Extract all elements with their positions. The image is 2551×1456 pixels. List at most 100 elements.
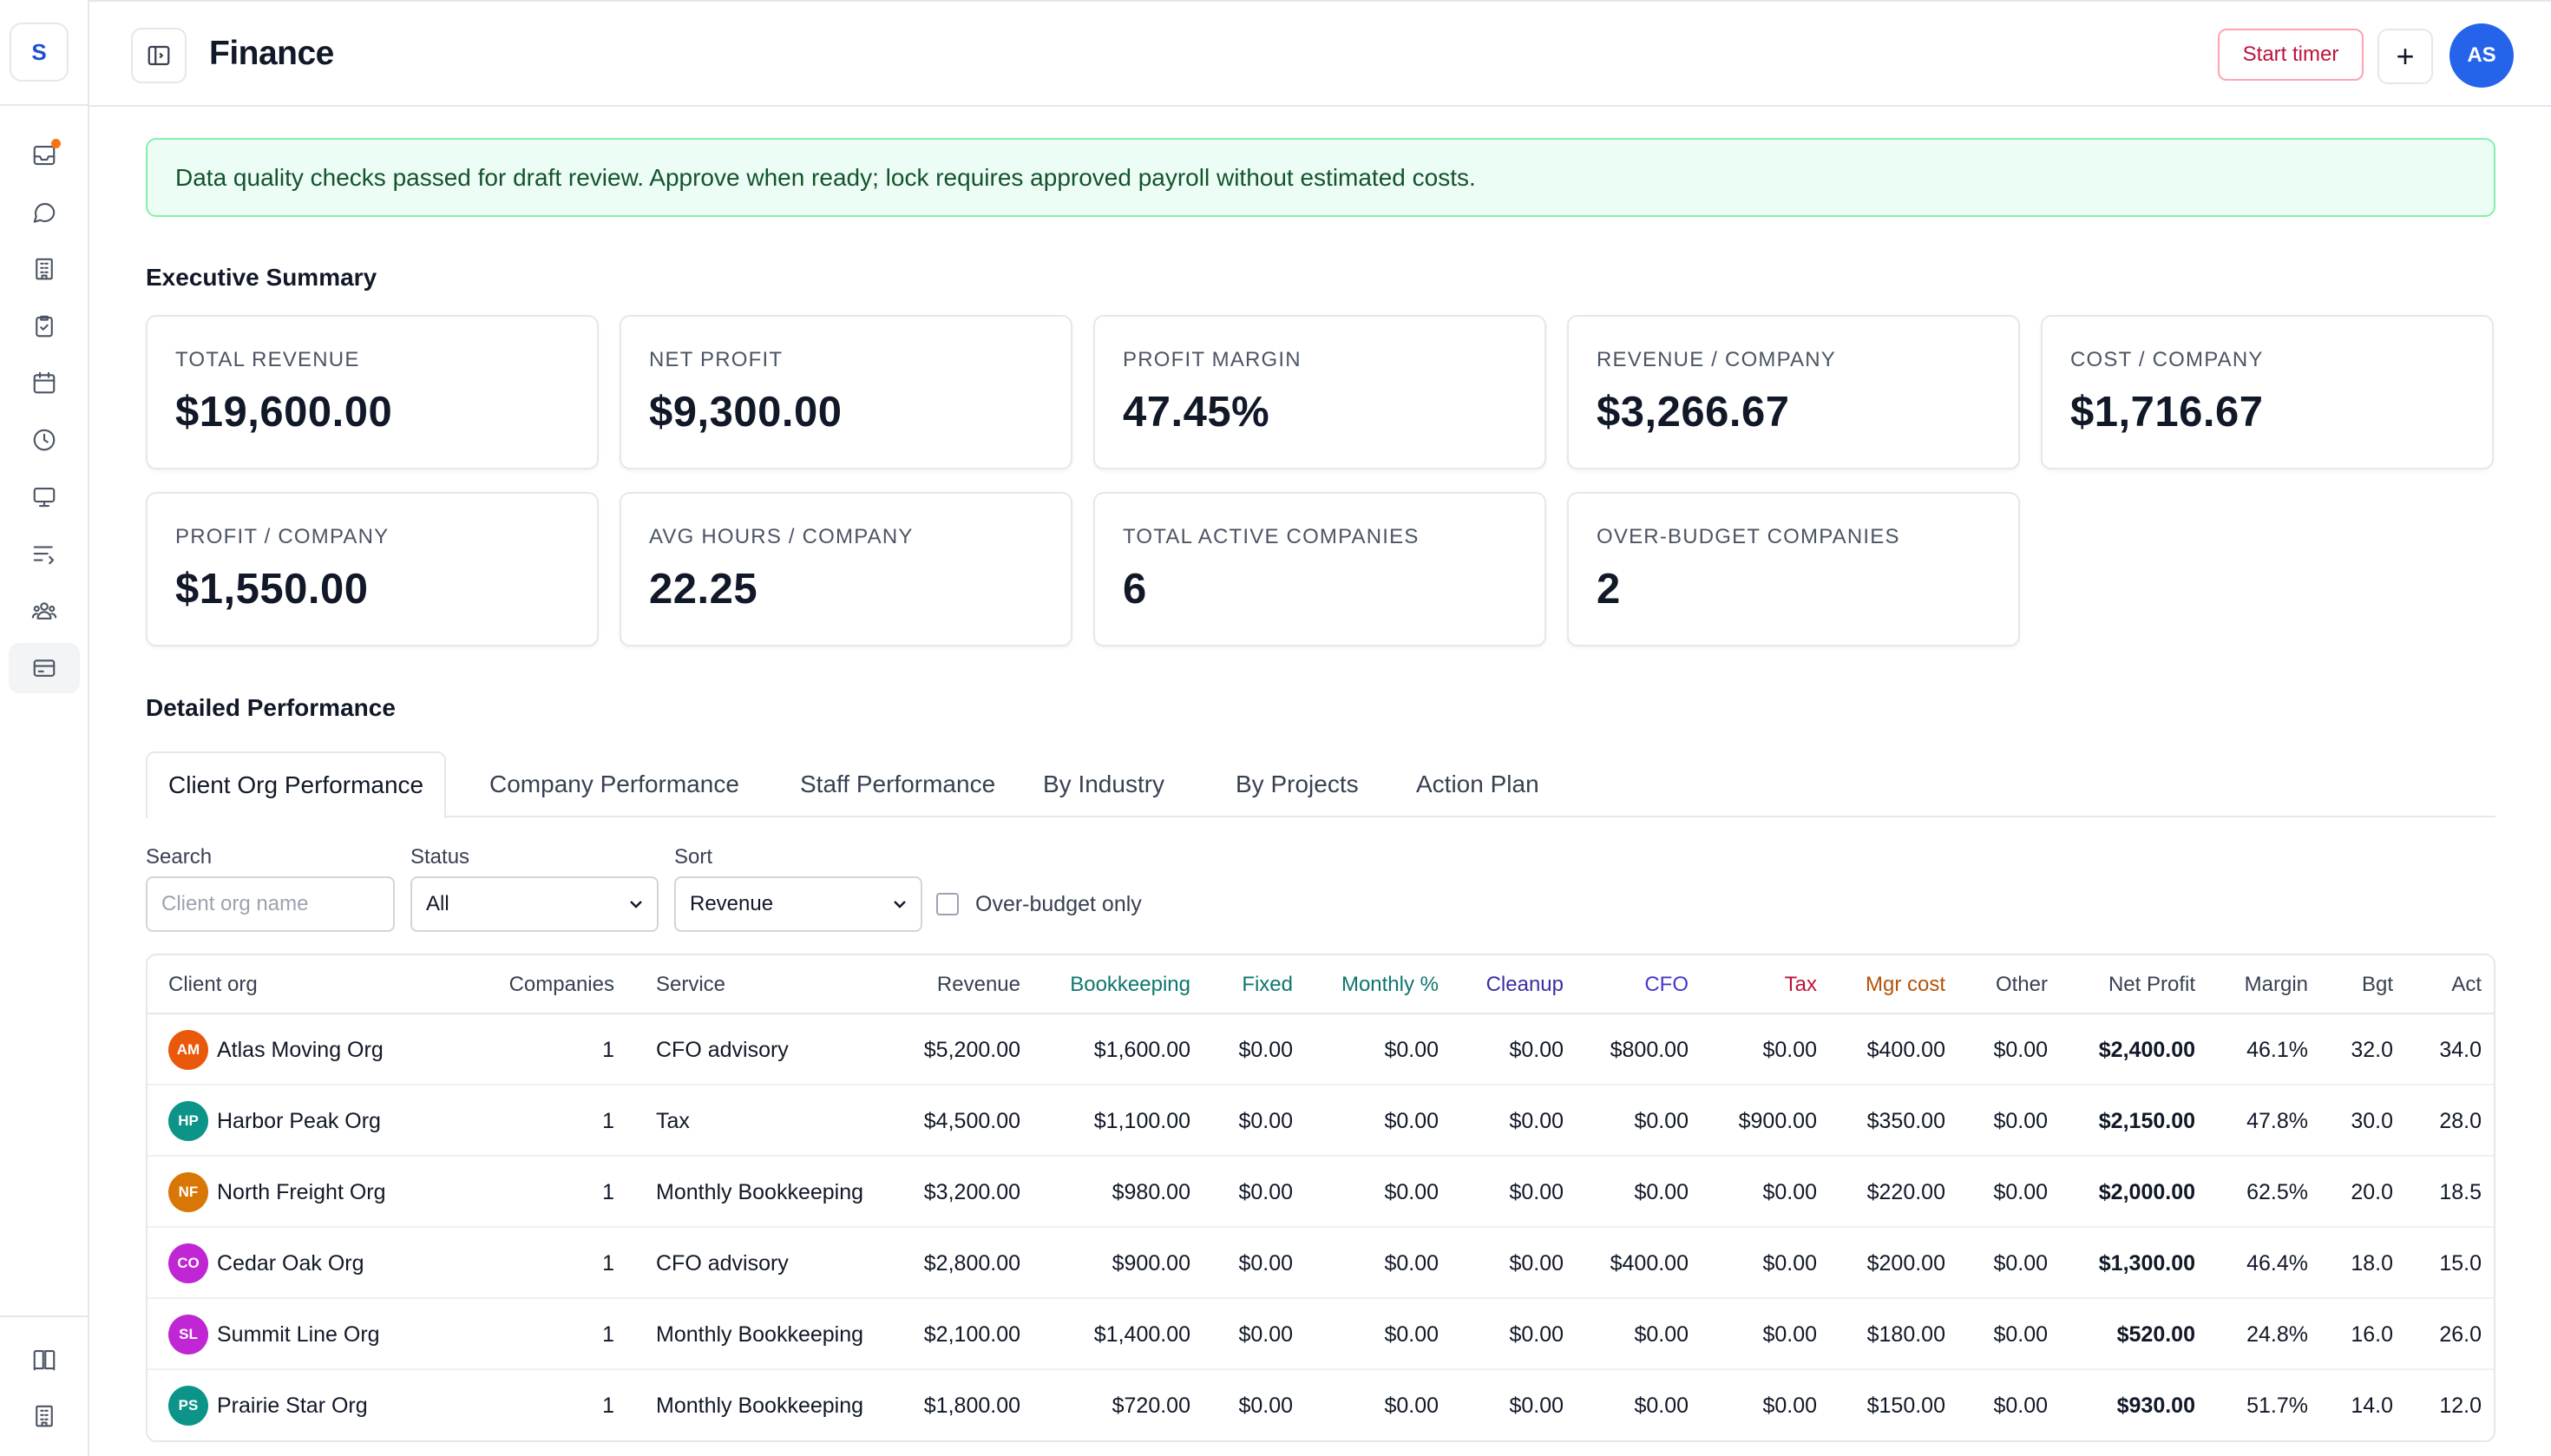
sidebar-toggle-button[interactable] [131,28,187,83]
sidebar-item-time[interactable] [9,415,80,465]
table-row[interactable]: SL Summit Line Org 1 Monthly Bookkeeping $2,… [148,1299,2494,1370]
credit-card-icon [33,659,56,677]
table-row[interactable]: AM Atlas Moving Org 1 CFO advisory $5,200.00… [148,1014,2494,1085]
tab-action-plan[interactable]: Action Plan [1416,751,1539,817]
book-icon [33,1349,56,1371]
tab-client-org-performance[interactable]: Client Org Performance [146,751,447,819]
tab-company-performance[interactable]: Company Performance [489,751,739,817]
sidebar-item-screens[interactable] [9,472,80,522]
search-label: Search [146,845,213,869]
cell-act: 15.0 [2439,1250,2482,1276]
cell-companies: 1 [602,1108,614,1133]
cell-companies: 1 [602,1322,614,1347]
card-value: 22.25 [649,566,758,613]
tab-staff-performance[interactable]: Staff Performance [800,751,995,817]
brand-logo[interactable]: S [10,23,69,82]
summary-card: PROFIT / COMPANY $1,550.00 [146,492,599,646]
org-avatar: AM [168,1030,208,1070]
user-avatar[interactable]: AS [2449,23,2514,88]
sidebar-item-inbox[interactable] [9,130,80,180]
sidebar-item-team[interactable] [9,586,80,636]
column-header-act[interactable]: Act [2221,955,2482,1014]
summary-card: OVER-BUDGET COMPANIES 2 [1567,492,2020,646]
sidebar-item-lists[interactable] [9,528,80,579]
card-value: $1,716.67 [2070,389,2264,436]
clock-icon [33,429,56,451]
tab-by-industry[interactable]: By Industry [1043,751,1164,817]
search-placeholder: Client org name [161,892,309,915]
org-avatar: PS [168,1386,208,1426]
detailed-performance-heading: Detailed Performance [146,694,396,721]
performance-tabs: Client Org Performance Company Performanc… [146,751,2495,819]
cell-companies: 1 [602,1250,614,1276]
team-icon [31,602,57,620]
card-value: $9,300.00 [649,389,843,436]
card-label: COST / COMPANY [2070,348,2264,371]
card-label: TOTAL REVENUE [175,348,360,371]
sidebar-item-tasks[interactable] [9,301,80,351]
status-value: All [426,892,449,915]
table-row[interactable]: PS Prairie Star Org 1 Monthly Bookkeeping $1… [148,1370,2494,1440]
sidebar-item-finance[interactable] [9,643,80,693]
card-value: 47.45% [1123,389,1270,436]
cell-act: 26.0 [2439,1322,2482,1347]
org-avatar: HP [168,1101,208,1141]
summary-card: NET PROFIT $9,300.00 [620,315,1072,469]
cell-companies: 1 [602,1179,614,1204]
org-avatar: CO [168,1243,208,1283]
cell-act: 28.0 [2439,1108,2482,1133]
sidebar-item-calendar[interactable] [9,357,80,408]
card-label: TOTAL ACTIVE COMPANIES [1123,525,1420,548]
chevron-down-icon [626,894,646,915]
table-row[interactable]: NF North Freight Org 1 Monthly Bookkeeping $… [148,1157,2494,1228]
sidebar-item-organization[interactable] [9,1391,80,1441]
building-icon [36,258,53,280]
sidebar-divider [0,104,89,106]
over-budget-label[interactable]: Over-budget only [975,892,1142,917]
card-label: NET PROFIT [649,348,784,371]
status-select[interactable]: All [410,876,659,932]
sidebar: S [0,0,89,1456]
card-label: PROFIT / COMPANY [175,525,390,548]
over-budget-checkbox[interactable] [936,893,959,915]
clipboard-check-icon [36,315,53,338]
page-title: Finance [209,35,334,72]
list-filter-icon [33,546,55,565]
summary-card: PROFIT MARGIN 47.45% [1093,315,1546,469]
data-quality-banner: Data quality checks passed for draft rev… [146,138,2495,217]
summary-card: COST / COMPANY $1,716.67 [2041,315,2494,469]
sidebar-item-companies[interactable] [9,244,80,294]
card-label: PROFIT MARGIN [1123,348,1302,371]
office-building-icon [36,1405,53,1427]
table-header: Client org Companies Service Revenue Bookkee… [148,955,2494,1014]
notification-dot [51,139,61,148]
cell-companies: 1 [602,1037,614,1062]
tab-by-projects[interactable]: By Projects [1236,751,1359,817]
add-button[interactable]: + [2377,29,2433,84]
card-value: $1,550.00 [175,566,369,613]
summary-card: TOTAL REVENUE $19,600.00 [146,315,599,469]
card-label: AVG HOURS / COMPANY [649,525,914,548]
card-value: $19,600.00 [175,389,393,436]
start-timer-button[interactable]: Start timer [2218,29,2364,81]
card-value: 2 [1597,566,1621,613]
column-header-companies[interactable]: Companies [354,955,614,1014]
table-row[interactable]: HP Harbor Peak Org 1 Tax $4,500.00 $1,100.00 $… [148,1085,2494,1157]
cell-companies: 1 [602,1393,614,1418]
summary-card: TOTAL ACTIVE COMPANIES 6 [1093,492,1546,646]
sidebar-item-messages[interactable] [9,187,80,238]
calendar-icon [33,371,56,394]
panel-toggle-icon [148,45,170,66]
sort-select[interactable]: Revenue [674,876,922,932]
chevron-down-icon [889,894,910,915]
brand-letter: S [31,38,47,65]
card-label: REVENUE / COMPANY [1597,348,1836,371]
chat-icon [33,202,56,223]
sidebar-divider-bottom [0,1315,89,1317]
client-org-table: Client org Companies Service Revenue Bookkee… [146,954,2495,1442]
cell-act: 34.0 [2439,1037,2482,1062]
sidebar-item-docs[interactable] [9,1335,80,1385]
sort-label: Sort [674,845,713,869]
table-row[interactable]: CO Cedar Oak Org 1 CFO advisory $2,800.00 $90… [148,1228,2494,1299]
search-input[interactable]: Client org name [146,876,395,932]
